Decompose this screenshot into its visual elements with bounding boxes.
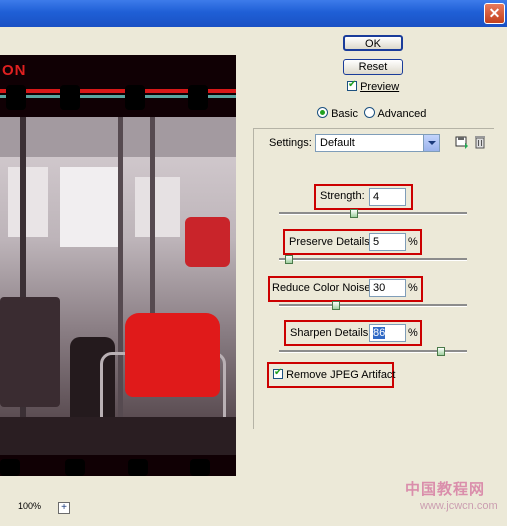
settings-label: Settings:	[269, 137, 312, 149]
ok-button[interactable]: OK	[343, 35, 403, 51]
preserve-details-slider-thumb[interactable]	[285, 255, 293, 264]
preserve-details-unit: %	[408, 236, 418, 248]
watermark-url: www.jcwcn.com	[420, 500, 498, 512]
basic-label: Basic	[331, 108, 358, 120]
strength-slider-thumb[interactable]	[350, 209, 358, 218]
strength-input[interactable]: 4	[369, 188, 406, 206]
red-seat	[125, 313, 220, 397]
zoom-level: 100%	[18, 501, 42, 511]
strength-label: Strength:	[320, 190, 365, 202]
close-button[interactable]: ✕	[484, 3, 505, 24]
preserve-details-input[interactable]: 5	[369, 233, 406, 251]
sharpen-details-input[interactable]: 86	[369, 324, 406, 342]
title-bar: ✕	[0, 0, 507, 27]
reduce-color-noise-slider-track[interactable]	[279, 304, 467, 307]
sharpen-details-value: 86	[373, 327, 386, 339]
strength-slider-track[interactable]	[279, 212, 467, 215]
settings-dropdown[interactable]: Default	[315, 134, 440, 152]
preserve-details-label: Preserve Details:	[289, 236, 373, 248]
basic-radio[interactable]	[317, 107, 328, 118]
preview-checkbox[interactable]	[347, 79, 357, 91]
zoom-in-button[interactable]: +	[58, 502, 70, 514]
reset-button[interactable]: Reset	[343, 59, 403, 75]
preview-image[interactable]: ON	[0, 55, 236, 476]
reduce-color-noise-input[interactable]: 30	[369, 279, 406, 297]
remove-jpeg-label: Remove JPEG Artifact	[286, 369, 396, 381]
sharpen-details-unit: %	[408, 327, 418, 339]
remove-jpeg-checkbox[interactable]	[273, 367, 283, 379]
reduce-color-noise-unit: %	[408, 282, 418, 294]
trash-icon[interactable]	[474, 135, 486, 149]
advanced-radio[interactable]	[364, 107, 375, 118]
remove-jpeg-row[interactable]: Remove JPEG Artifact	[273, 367, 396, 381]
basic-radio-row[interactable]: Basic	[317, 107, 358, 120]
sharpen-details-label: Sharpen Details:	[290, 327, 372, 339]
bus-photo	[0, 117, 236, 469]
watermark-text: 中国教程网	[405, 481, 486, 498]
advanced-radio-row[interactable]: Advanced	[364, 107, 426, 120]
advanced-label: Advanced	[377, 108, 427, 120]
preview-checkbox-row[interactable]: Preview	[347, 79, 400, 93]
reduce-color-noise-label: Reduce Color Noise:	[272, 282, 374, 294]
film-strip-bottom	[0, 455, 236, 476]
reduce-color-noise-slider-thumb[interactable]	[332, 301, 340, 310]
film-strip-top: ON	[0, 55, 236, 117]
preview-label: Preview	[360, 81, 400, 93]
save-settings-icon[interactable]	[455, 135, 469, 149]
film-brand-text: ON	[2, 62, 27, 79]
chevron-down-icon[interactable]	[423, 135, 439, 151]
preserve-details-slider-track[interactable]	[279, 258, 467, 261]
sharpen-details-slider-thumb[interactable]	[437, 347, 445, 356]
plus-icon: +	[61, 502, 67, 513]
close-icon: ✕	[488, 5, 501, 21]
settings-value: Default	[320, 137, 355, 149]
